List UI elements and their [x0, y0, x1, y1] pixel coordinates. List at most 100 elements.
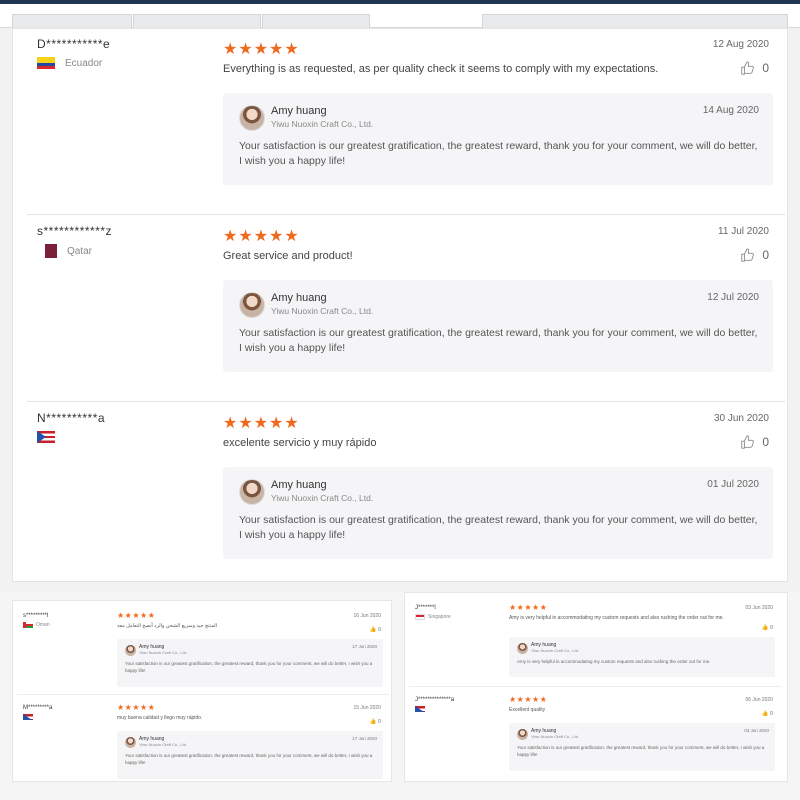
- like-button[interactable]: 0: [740, 248, 769, 262]
- seller-reply: Amy huang Yiwu Nuoxin Craft Co., Ltd. 12…: [223, 280, 773, 372]
- reply-company: Yiwu Nuoxin Craft Co., Ltd.: [531, 648, 580, 653]
- rating-stars: ★★★★★: [509, 695, 548, 704]
- review-text: المنتج جيد وسريع الشحن والرد أنصح التعام…: [117, 623, 218, 629]
- review-thumbnail-left: s*********l Oman ★★★★★ 16 Jun 2020 المنت…: [12, 600, 392, 782]
- like-button[interactable]: 👍 0: [370, 627, 381, 633]
- reviewer-name: J*******l: [415, 605, 436, 611]
- review-date: 15 Jun 2020: [353, 705, 381, 711]
- reply-text: Your satisfaction is our greatest gratif…: [239, 327, 758, 354]
- country-label: Singapore: [428, 614, 451, 620]
- reply-author-name: Amy huang: [271, 292, 327, 304]
- reviewer-country: [415, 706, 425, 712]
- review-item: s*********l Oman ★★★★★ 16 Jun 2020 المنت…: [17, 605, 389, 695]
- like-count: 0: [762, 61, 769, 75]
- review-date: 03 Jun 2020: [745, 605, 773, 611]
- reply-author-name: Amy huang: [271, 105, 327, 117]
- review-text: Amy is very helpful in accommodating my …: [509, 615, 724, 621]
- country-label: Qatar: [67, 245, 93, 257]
- tab-1[interactable]: [12, 14, 132, 28]
- reviewer-name: s*********l: [23, 613, 49, 619]
- review-date: 12 Aug 2020: [712, 39, 769, 50]
- reviewer-country: Singapore: [415, 614, 451, 620]
- seller-reply: Amy huang Yiwu Nuoxin Craft Co., Ltd. 17…: [117, 639, 383, 687]
- review-text: muy buena calidad y llego muy rápido.: [117, 715, 203, 721]
- reviewer-country: Qatar: [45, 244, 92, 258]
- reply-company: Yiwu Nuoxin Craft Co., Ltd.: [271, 306, 374, 316]
- reply-text: Your satisfaction is our greatest gratif…: [125, 753, 373, 765]
- oman-flag-icon: [23, 622, 33, 628]
- seller-reply: Amy huang Yiwu Nuoxin Craft Co., Ltd. 17…: [117, 731, 383, 779]
- avatar: [125, 645, 136, 656]
- qatar-flag-icon: [45, 244, 57, 258]
- avatar: [239, 292, 265, 318]
- like-count: 0: [762, 435, 769, 449]
- country-label: Ecuador: [65, 57, 103, 69]
- ecuador-flag-icon: [37, 57, 55, 69]
- singapore-flag-icon: [415, 614, 425, 620]
- tab-2[interactable]: [133, 14, 261, 28]
- review-date: 11 Jul 2020: [718, 226, 769, 237]
- review-date: 30 Jun 2020: [713, 413, 769, 424]
- review-thumbnail-right: J*******l Singapore ★★★★★ 03 Jun 2020 Am…: [404, 592, 788, 782]
- tab-strip: [0, 4, 800, 28]
- review-item: D***********e Ecuador ★★★★★ 12 Aug 2020 …: [27, 29, 785, 215]
- like-button[interactable]: 0: [740, 61, 769, 75]
- avatar: [125, 737, 136, 748]
- rating-stars: ★★★★★: [223, 41, 300, 58]
- review-text: excelente servicio y muy rápido: [223, 437, 377, 449]
- like-count: 0: [762, 248, 769, 262]
- like-count: 0: [769, 625, 773, 631]
- seller-reply: Amy huang Yiwu Nuoxin Craft Co., Ltd. 01…: [223, 467, 773, 559]
- reply-text: Your satisfaction is our greatest gratif…: [125, 661, 373, 673]
- like-button[interactable]: 👍 0: [762, 625, 773, 631]
- thumbs-up-icon: [741, 248, 755, 262]
- review-date: 16 Jun 2020: [353, 613, 381, 619]
- rating-stars: ★★★★★: [117, 703, 156, 712]
- reviewer-country: Oman: [23, 622, 50, 628]
- seller-reply: Amy huang Yiwu Nuoxin Craft Co., Ltd. 14…: [223, 93, 773, 185]
- tab-4[interactable]: [482, 14, 788, 28]
- reply-date: 12 Jul 2020: [707, 292, 759, 303]
- review-item: N**********a ★★★★★ 30 Jun 2020 excelente…: [27, 403, 785, 589]
- like-button[interactable]: 👍 0: [762, 711, 773, 717]
- country-label: Oman: [36, 622, 50, 628]
- avatar: [517, 729, 528, 740]
- like-button[interactable]: 👍 0: [370, 719, 381, 725]
- seller-reply: Amy huang Yiwu Nuoxin Craft Co., Ltd. 03…: [509, 723, 775, 771]
- reviewer-country: Ecuador: [37, 57, 102, 69]
- review-text: Great service and product!: [223, 250, 353, 262]
- review-item: J**************a ★★★★★ 06 Jun 2020 Excel…: [409, 689, 781, 779]
- like-count: 0: [377, 719, 381, 725]
- review-text: Everything is as requested, as per quali…: [223, 63, 659, 75]
- like-button[interactable]: 0: [740, 435, 769, 449]
- reviewer-name: J**************a: [415, 697, 455, 703]
- reply-company: Yiwu Nuoxin Craft Co., Ltd.: [139, 742, 188, 747]
- reply-date: 03 Jun 2020: [744, 728, 769, 733]
- reply-text: Your satisfaction is our greatest gratif…: [239, 140, 758, 167]
- seller-reply: Amy huang Yiwu Nuoxin Craft Co., Ltd. Am…: [509, 637, 775, 677]
- rating-stars: ★★★★★: [223, 415, 300, 432]
- rating-stars: ★★★★★: [509, 603, 548, 612]
- like-count: 0: [769, 711, 773, 717]
- tab-3[interactable]: [262, 14, 370, 28]
- reply-text: Your satisfaction is our greatest gratif…: [239, 514, 758, 541]
- avatar: [239, 105, 265, 131]
- reply-text: Your satisfaction is our greatest gratif…: [517, 745, 765, 757]
- puerto-rico-flag-icon: [23, 714, 33, 720]
- reply-date: 17 Jun 2020: [352, 736, 377, 741]
- reply-date: 01 Jul 2020: [707, 479, 759, 490]
- puerto-rico-flag-icon: [37, 431, 55, 443]
- reviewer-name: M*********a: [23, 705, 53, 711]
- review-text: Excellent quality: [509, 707, 546, 713]
- thumbs-up-icon: [741, 61, 755, 75]
- reply-text: Amy is very helpful in accommodating my …: [517, 659, 711, 664]
- review-item: s************z Qatar ★★★★★ 11 Jul 2020 G…: [27, 216, 785, 402]
- reply-company: Yiwu Nuoxin Craft Co., Ltd.: [531, 734, 580, 739]
- avatar: [239, 479, 265, 505]
- reviews-panel: D***********e Ecuador ★★★★★ 12 Aug 2020 …: [12, 28, 788, 582]
- like-count: 0: [377, 627, 381, 633]
- reviewer-name: D***********e: [37, 37, 111, 51]
- rating-stars: ★★★★★: [117, 611, 156, 620]
- reply-company: Yiwu Nuoxin Craft Co., Ltd.: [271, 119, 374, 129]
- reviewer-country: [23, 714, 33, 720]
